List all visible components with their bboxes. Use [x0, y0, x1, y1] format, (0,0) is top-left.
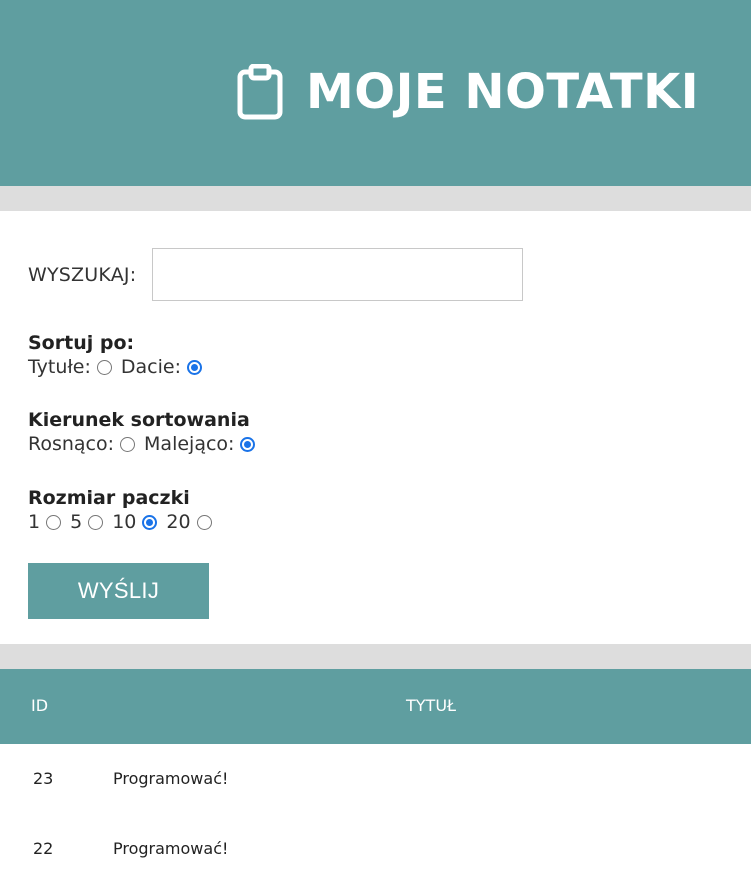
notes-table: ID TYTUŁ 23 Programować! 22 Programować! [0, 669, 751, 884]
sort-direction-title: Kierunek sortowania [28, 409, 250, 431]
note-title[interactable]: Programować! [113, 769, 228, 788]
page-size-20-label: 20 [166, 511, 191, 533]
sort-by-date-label: Dacie: [120, 356, 181, 378]
page-header: MOJE NOTATKI [0, 0, 751, 186]
note-id: 22 [33, 839, 54, 858]
note-title[interactable]: Programować! [113, 839, 228, 858]
sort-asc-label: Rosnąco: [28, 433, 115, 455]
header-title-group: MOJE NOTATKI [236, 62, 699, 122]
search-row: WYSZUKAJ: [28, 248, 524, 301]
note-id: 23 [33, 769, 54, 788]
column-header-title[interactable]: TYTUŁ [406, 696, 456, 715]
sort-by-date-radio[interactable] [186, 359, 202, 375]
page-size-1-label: 1 [28, 511, 41, 533]
page-size-group: Rozmiar paczki 1 5 10 20 [28, 486, 221, 534]
sort-direction-options: Rosnąco: Malejąco: [28, 432, 264, 456]
clipboard-icon [237, 64, 283, 120]
table-row[interactable]: 22 Programować! [0, 814, 751, 884]
sort-by-title: Sortuj po: [28, 332, 135, 354]
page-size-title: Rozmiar paczki [28, 487, 190, 509]
sort-by-title-label: Tytułe: [28, 356, 91, 378]
submit-button[interactable]: WYŚLIJ [28, 563, 209, 619]
sort-desc-radio[interactable] [240, 436, 256, 452]
sort-direction-group: Kierunek sortowania Rosnąco: Malejąco: [28, 408, 264, 456]
search-input[interactable] [152, 248, 524, 301]
table-row[interactable]: 23 Programować! [0, 744, 751, 814]
page-title: MOJE NOTATKI [306, 64, 700, 120]
separator-band [0, 644, 751, 669]
notes-filter-form: WYSZUKAJ: Sortuj po: Tytułe: Dacie: Kier… [0, 211, 751, 644]
search-label: WYSZUKAJ: [28, 263, 137, 286]
sort-by-group: Sortuj po: Tytułe: Dacie: [28, 331, 211, 379]
page-size-5-radio[interactable] [88, 514, 104, 530]
column-header-id[interactable]: ID [31, 696, 48, 715]
sort-asc-radio[interactable] [120, 436, 136, 452]
page-size-20-radio[interactable] [196, 514, 212, 530]
page-size-options: 1 5 10 20 [28, 510, 221, 534]
table-header: ID TYTUŁ [0, 669, 751, 744]
separator-band [0, 186, 751, 211]
sort-desc-label: Malejąco: [144, 433, 235, 455]
page-size-1-radio[interactable] [46, 514, 62, 530]
sort-by-options: Tytułe: Dacie: [28, 355, 211, 379]
page-size-5-label: 5 [70, 511, 83, 533]
sort-by-title-radio[interactable] [96, 359, 112, 375]
page-size-10-radio[interactable] [142, 514, 158, 530]
page-size-10-label: 10 [112, 511, 137, 533]
